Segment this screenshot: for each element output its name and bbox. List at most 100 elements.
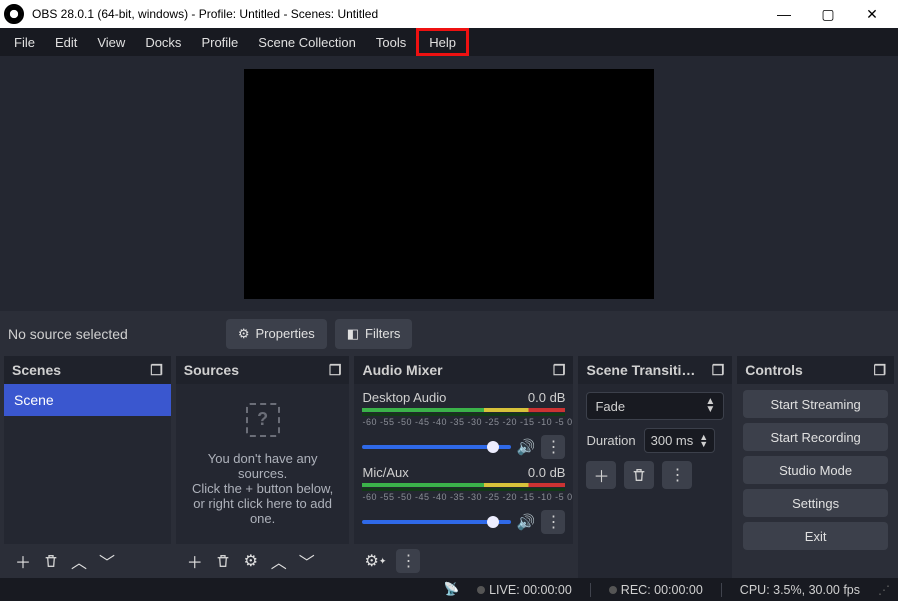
- status-bar: 📡 LIVE: 00:00:00 REC: 00:00:00 CPU: 3.5%…: [0, 578, 898, 601]
- advanced-audio-button[interactable]: ⚙✦: [362, 548, 388, 574]
- remove-transition-button[interactable]: [624, 461, 654, 489]
- sources-hint-line: Click the + button below,: [192, 481, 333, 496]
- undock-icon[interactable]: ❐: [553, 362, 566, 379]
- start-recording-button[interactable]: Start Recording: [743, 423, 888, 451]
- scenes-title: Scenes: [12, 362, 61, 378]
- volume-slider[interactable]: [362, 445, 510, 449]
- menu-view[interactable]: View: [87, 28, 135, 56]
- window-titlebar: OBS 28.0.1 (64-bit, windows) - Profile: …: [0, 0, 898, 28]
- menu-edit[interactable]: Edit: [45, 28, 87, 56]
- sources-hint-line: You don't have any sources.: [182, 451, 344, 481]
- broadcast-icon: 📡: [444, 582, 460, 597]
- add-source-button[interactable]: ＋: [182, 548, 208, 574]
- meter-ticks: -60 -55 -50 -45 -40 -35 -30 -25 -20 -15 …: [362, 417, 565, 427]
- scenes-dock: Scenes ❐ Scene ＋ ︿ ﹀: [4, 356, 171, 578]
- controls-body: Start Streaming Start Recording Studio M…: [737, 384, 894, 578]
- move-scene-down-button[interactable]: ﹀: [94, 548, 120, 574]
- menubar: File Edit View Docks Profile Scene Colle…: [0, 28, 898, 56]
- menu-docks[interactable]: Docks: [135, 28, 191, 56]
- studio-mode-button[interactable]: Studio Mode: [743, 456, 888, 484]
- transitions-header[interactable]: Scene Transiti… ❐: [578, 356, 732, 384]
- undock-icon[interactable]: ❐: [329, 362, 342, 379]
- source-toolbar: No source selected ⚙ Properties ◧ Filter…: [0, 311, 898, 356]
- sources-list[interactable]: ? You don't have any sources. Click the …: [176, 384, 350, 544]
- settings-button[interactable]: Settings: [743, 489, 888, 517]
- sources-placeholder-icon: ?: [246, 403, 280, 437]
- minimize-button[interactable]: ―: [762, 0, 806, 28]
- move-source-up-button[interactable]: ︿: [266, 548, 292, 574]
- mixer-channel-mic-aux: Mic/Aux 0.0 dB -60 -55 -50 -45 -40 -35 -…: [354, 459, 573, 534]
- mixer-channel-desktop-audio: Desktop Audio 0.0 dB -60 -55 -50 -45 -40…: [354, 384, 573, 459]
- live-indicator-icon: [477, 586, 485, 594]
- mixer-title: Audio Mixer: [362, 362, 442, 378]
- sources-hint-line: or right click here to add one.: [182, 496, 344, 526]
- chevron-updown-icon: ▲▼: [699, 434, 708, 448]
- close-window-button[interactable]: ✕: [850, 0, 894, 28]
- speaker-icon[interactable]: 🔊: [517, 513, 536, 531]
- properties-button[interactable]: ⚙ Properties: [226, 319, 327, 349]
- channel-menu-button[interactable]: ⋮: [541, 510, 565, 534]
- undock-icon[interactable]: ❐: [150, 362, 163, 379]
- transitions-title: Scene Transiti…: [586, 362, 695, 378]
- remove-source-button[interactable]: [210, 548, 236, 574]
- start-streaming-button[interactable]: Start Streaming: [743, 390, 888, 418]
- filters-label: Filters: [365, 326, 400, 341]
- sources-footer: ＋ ⚙ ︿ ﹀: [176, 544, 350, 578]
- sources-dock: Sources ❐ ? You don't have any sources. …: [176, 356, 350, 578]
- properties-label: Properties: [256, 326, 315, 341]
- add-transition-button[interactable]: ＋: [586, 461, 616, 489]
- sources-header[interactable]: Sources ❐: [176, 356, 350, 384]
- channel-name: Desktop Audio: [362, 390, 446, 405]
- audio-mixer-dock: Audio Mixer ❐ Desktop Audio 0.0 dB -60 -…: [354, 356, 573, 578]
- volume-slider[interactable]: [362, 520, 510, 524]
- vu-meter: [362, 408, 565, 412]
- menu-file[interactable]: File: [4, 28, 45, 56]
- sources-title: Sources: [184, 362, 239, 378]
- mixer-footer: ⚙✦ ⋮: [354, 544, 573, 578]
- remove-scene-button[interactable]: [38, 548, 64, 574]
- filters-icon: ◧: [347, 326, 359, 342]
- controls-header[interactable]: Controls ❐: [737, 356, 894, 384]
- controls-title: Controls: [745, 362, 803, 378]
- duration-spinbox[interactable]: 300 ms ▲▼: [644, 428, 716, 453]
- cpu-fps-label: CPU: 3.5%, 30.00 fps: [740, 583, 860, 597]
- rec-time: REC: 00:00:00: [621, 583, 703, 597]
- channel-menu-button[interactable]: ⋮: [541, 435, 565, 459]
- preview-canvas[interactable]: [244, 69, 654, 299]
- resize-grip-icon[interactable]: ⋰: [878, 583, 890, 597]
- window-title: OBS 28.0.1 (64-bit, windows) - Profile: …: [32, 7, 378, 21]
- chevron-updown-icon: ▲▼: [705, 398, 715, 414]
- mixer-header[interactable]: Audio Mixer ❐: [354, 356, 573, 384]
- move-source-down-button[interactable]: ﹀: [294, 548, 320, 574]
- undock-icon[interactable]: ❐: [873, 362, 886, 379]
- move-scene-up-button[interactable]: ︿: [66, 548, 92, 574]
- menu-tools[interactable]: Tools: [366, 28, 416, 56]
- mixer-menu-button[interactable]: ⋮: [396, 549, 420, 573]
- live-time: LIVE: 00:00:00: [489, 583, 572, 597]
- gear-icon: ⚙: [238, 326, 250, 342]
- exit-button[interactable]: Exit: [743, 522, 888, 550]
- add-scene-button[interactable]: ＋: [10, 548, 36, 574]
- vu-meter: [362, 413, 565, 416]
- undock-icon[interactable]: ❐: [712, 362, 725, 379]
- transition-select[interactable]: Fade ▲▼: [586, 392, 724, 420]
- maximize-button[interactable]: ▢: [806, 0, 850, 28]
- vu-meter: [362, 488, 565, 491]
- scenes-header[interactable]: Scenes ❐: [4, 356, 171, 384]
- rec-indicator-icon: [609, 586, 617, 594]
- obs-logo-icon: [4, 4, 24, 24]
- scenes-list[interactable]: Scene: [4, 384, 171, 544]
- meter-ticks: -60 -55 -50 -45 -40 -35 -30 -25 -20 -15 …: [362, 492, 565, 502]
- menu-help[interactable]: Help: [416, 28, 469, 56]
- transitions-dock: Scene Transiti… ❐ Fade ▲▼ Duration 300 m…: [578, 356, 732, 578]
- menu-scene-collection[interactable]: Scene Collection: [248, 28, 366, 56]
- transition-menu-button[interactable]: ⋮: [662, 461, 692, 489]
- speaker-icon[interactable]: 🔊: [517, 438, 536, 456]
- channel-name: Mic/Aux: [362, 465, 408, 480]
- source-properties-button[interactable]: ⚙: [238, 548, 264, 574]
- channel-db: 0.0 dB: [528, 390, 566, 405]
- filters-button[interactable]: ◧ Filters: [335, 319, 413, 349]
- menu-profile[interactable]: Profile: [191, 28, 248, 56]
- channel-db: 0.0 dB: [528, 465, 566, 480]
- scene-item-selected[interactable]: Scene: [4, 384, 171, 416]
